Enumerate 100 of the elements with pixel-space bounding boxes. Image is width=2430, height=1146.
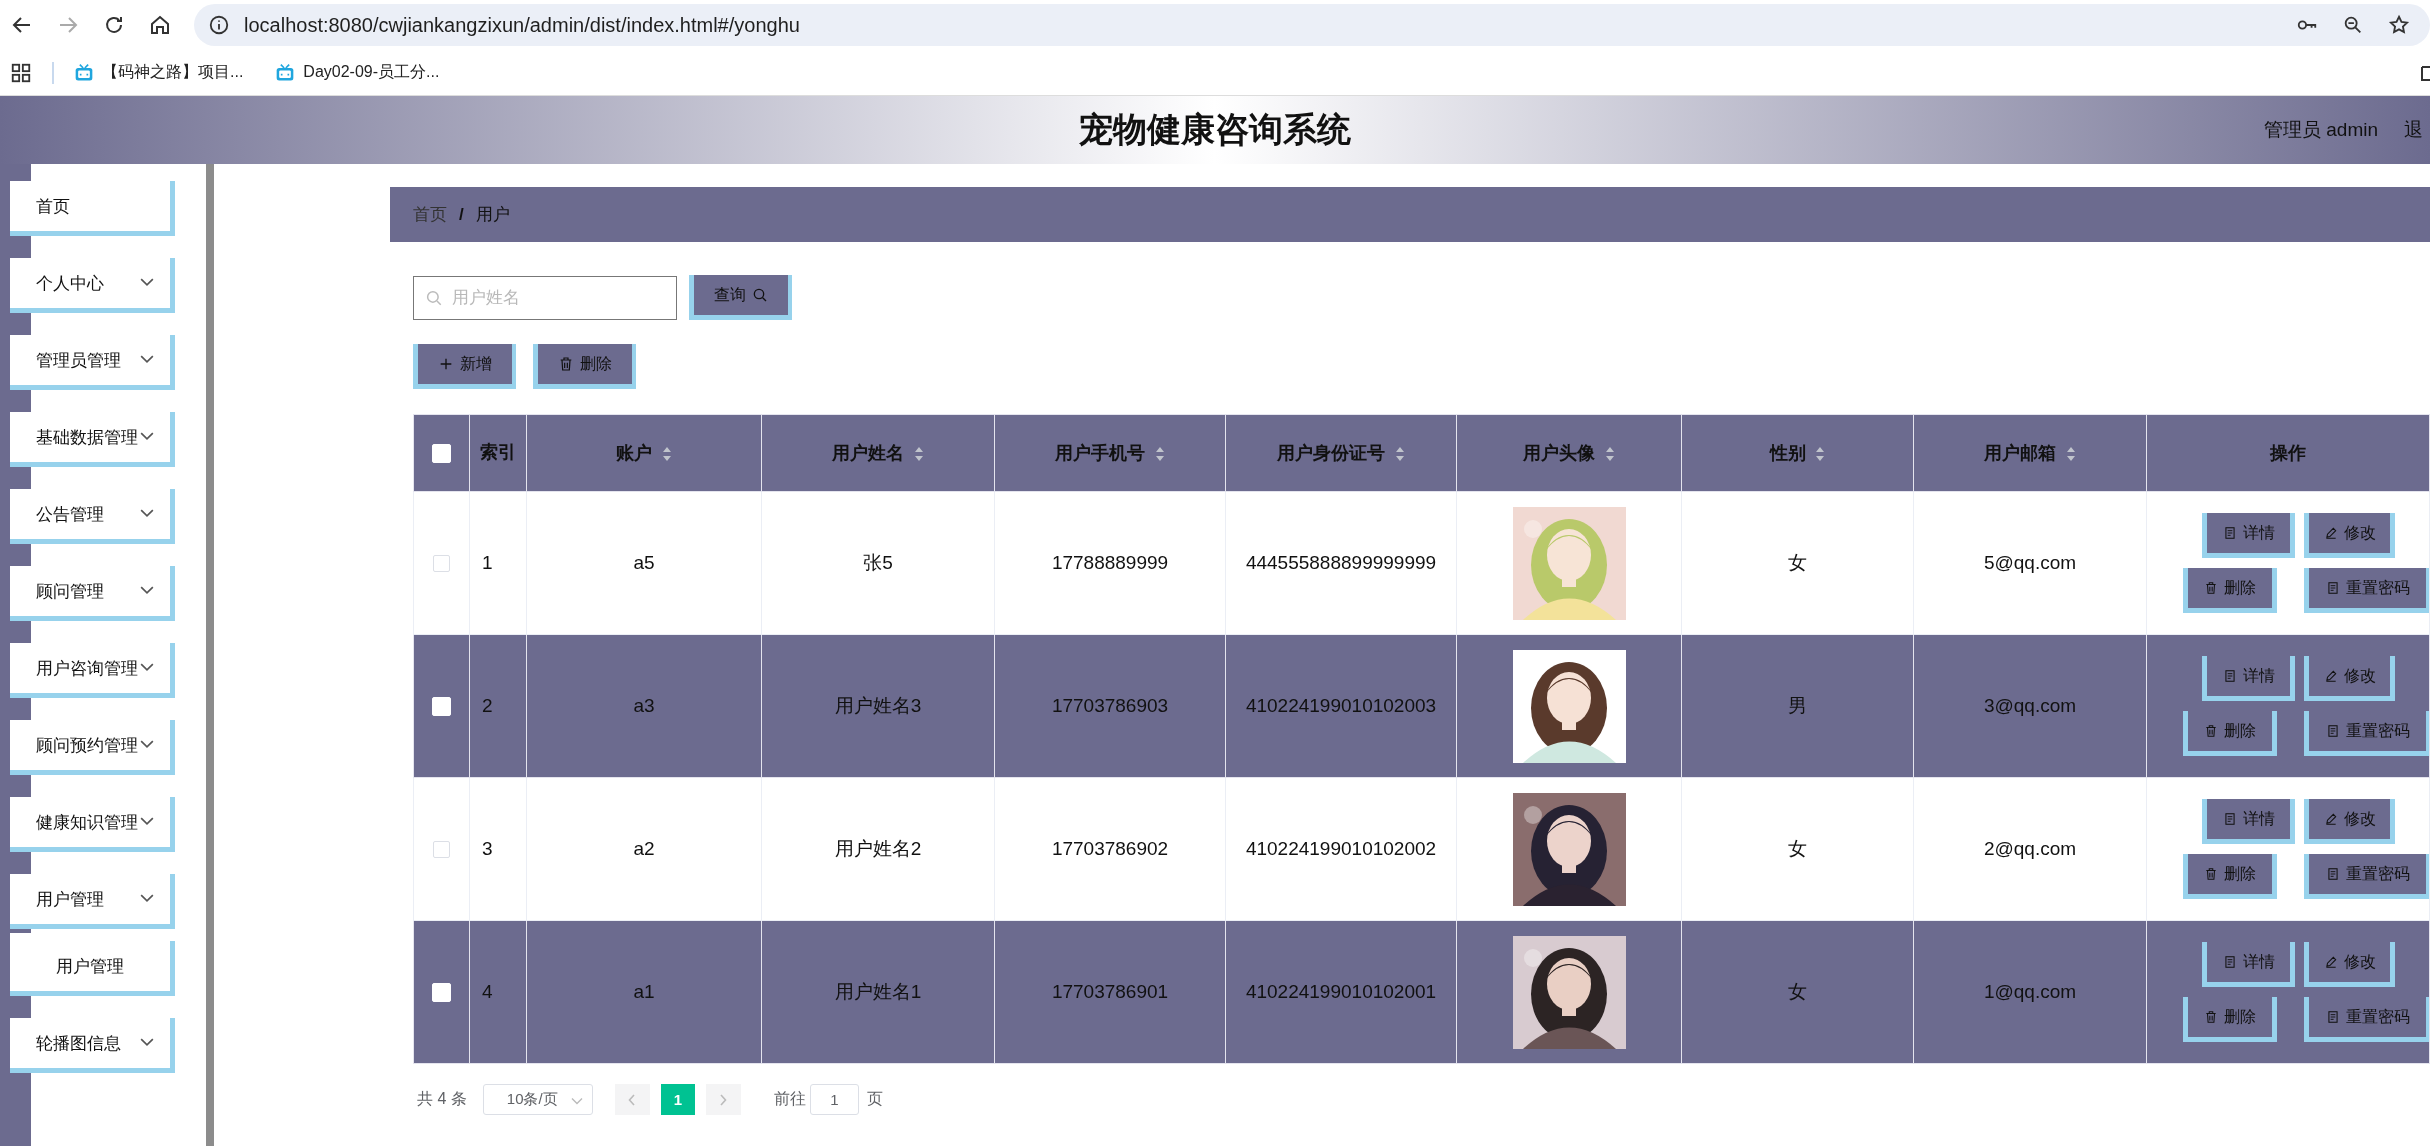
table-cell: a2 — [633, 838, 655, 859]
page-input[interactable]: 1 — [809, 1084, 859, 1115]
table-cell: 女 — [1788, 838, 1807, 859]
chevron-icon — [140, 662, 154, 672]
apps-grid-icon[interactable] — [10, 61, 32, 84]
search-field[interactable]: 用户姓名 — [413, 275, 677, 320]
logout-link[interactable]: 退 — [2404, 117, 2430, 143]
detail-button[interactable]: 重置密码 — [2304, 997, 2429, 1042]
sidebar-item[interactable]: 个人中心 — [10, 258, 175, 313]
app-title: 宠物健康咨询系统 — [1079, 109, 1351, 150]
search-icon — [752, 287, 768, 303]
total-count: 共 4 条 — [417, 1089, 467, 1109]
detail-button[interactable]: 详情 — [2202, 942, 2295, 987]
sidebar-item[interactable]: 管理员管理 — [10, 335, 175, 390]
column-header[interactable]: 用户邮箱 — [1913, 414, 2147, 492]
column-header[interactable]: 用户头像 — [1456, 414, 1682, 492]
add-button[interactable]: 新增 — [413, 344, 516, 389]
column-header[interactable]: 用户姓名 — [761, 414, 995, 492]
table-cell: 17788889999 — [1051, 552, 1169, 573]
edit-button[interactable]: 修改 — [2304, 942, 2395, 987]
table-cell: 用户姓名3 — [834, 695, 922, 716]
row-checkbox[interactable] — [433, 841, 450, 859]
table-cell: a3 — [633, 695, 655, 716]
table-cell: 3 — [482, 838, 493, 859]
column-header[interactable]: 性别 — [1681, 414, 1914, 492]
sort-icon — [1154, 446, 1165, 463]
table-cell: 4 — [482, 981, 493, 1002]
page-size-select[interactable]: 10条/页 — [482, 1084, 593, 1115]
sidebar-item[interactable]: 健康知识管理 — [10, 797, 175, 852]
info-icon[interactable] — [208, 14, 230, 36]
table-cell: 5@qq.com — [1983, 552, 2077, 573]
search-button[interactable]: 查询 — [689, 275, 792, 320]
pencil-icon — [2323, 669, 2338, 683]
table-cell: 3@qq.com — [1983, 695, 2077, 716]
zoom-icon[interactable] — [2342, 14, 2364, 36]
edit-button[interactable]: 修改 — [2304, 513, 2395, 558]
table-cell: 男 — [1788, 695, 1807, 716]
page-suffix: 页 — [866, 1089, 883, 1109]
table-cell: 用户姓名2 — [834, 838, 922, 859]
table-cell: 17703786903 — [1051, 695, 1169, 716]
column-header[interactable]: 用户手机号 — [994, 414, 1226, 492]
delete-button[interactable]: 删除 — [2183, 854, 2277, 899]
sidebar-item[interactable]: 轮播图信息 — [10, 1018, 175, 1073]
trash-icon — [558, 356, 574, 372]
chevron-icon — [140, 431, 154, 441]
sidebar-subitem[interactable]: 用户管理 — [10, 941, 175, 996]
detail-button[interactable]: 详情 — [2202, 799, 2295, 844]
chevron-icon — [140, 354, 154, 364]
table-cell: 410224199010102003 — [1245, 695, 1437, 716]
select-all-checkbox[interactable] — [432, 444, 451, 464]
edit-button[interactable]: 修改 — [2304, 656, 2395, 701]
tv-icon — [74, 62, 94, 83]
bookmark[interactable]: Day02-09-员工分... — [275, 62, 440, 83]
page-button[interactable]: 1 — [660, 1084, 695, 1115]
sidebar-item[interactable]: 顾问管理 — [10, 566, 175, 621]
detail-button[interactable]: 重置密码 — [2304, 568, 2429, 613]
trash-icon — [2204, 1010, 2218, 1024]
address-bar[interactable]: localhost:8080/cwjiankangzixun/admin/dist/index.html#/yonghu — [194, 4, 2430, 46]
user-label: 管理员 admin — [2263, 118, 2378, 142]
home-icon[interactable] — [148, 13, 172, 37]
sort-icon — [661, 446, 672, 463]
column-header[interactable]: 用户身份证号 — [1225, 414, 1457, 492]
document-icon — [2325, 867, 2340, 881]
sidebar-item[interactable]: 顾问预约管理 — [10, 720, 175, 775]
chevron-icon — [570, 1097, 583, 1105]
sidebar-item[interactable]: 用户咨询管理 — [10, 643, 175, 698]
row-checkbox[interactable] — [433, 555, 450, 573]
delete-button[interactable]: 删除 — [2183, 711, 2277, 756]
bookmark[interactable]: 【码神之路】项目... — [74, 62, 244, 83]
table-cell: 17703786902 — [1051, 838, 1169, 859]
table-cell: 2 — [482, 695, 493, 716]
table-cell: 张5 — [863, 552, 893, 573]
table-cell: 17703786901 — [1051, 981, 1169, 1002]
sort-icon — [2065, 446, 2076, 463]
sidebar-item[interactable]: 公告管理 — [10, 489, 175, 544]
chevron-icon — [140, 739, 154, 749]
document-icon — [2222, 669, 2237, 683]
column-header[interactable]: 账户 — [526, 414, 762, 492]
sidebar-item[interactable]: 首页 — [10, 181, 175, 236]
detail-button[interactable]: 重置密码 — [2304, 711, 2429, 756]
delete-button[interactable]: 删除 — [533, 344, 636, 389]
delete-button[interactable]: 删除 — [2183, 568, 2277, 613]
delete-button[interactable]: 删除 — [2183, 997, 2277, 1042]
document-icon — [2325, 581, 2340, 595]
sidebar-item[interactable]: 基础数据管理 — [10, 412, 175, 467]
url-text: localhost:8080/cwjiankangzixun/admin/dist/index.html#/yonghu — [244, 13, 800, 37]
chevron-left-icon — [628, 1093, 637, 1106]
trash-icon — [2204, 581, 2218, 595]
edit-button[interactable]: 修改 — [2304, 799, 2395, 844]
detail-button[interactable]: 详情 — [2202, 513, 2295, 558]
chevron-icon — [140, 1037, 154, 1047]
sort-icon — [1394, 446, 1405, 463]
breadcrumb-item[interactable]: 首页 — [413, 203, 447, 226]
table-cell: 女 — [1788, 552, 1807, 573]
star-icon[interactable] — [2388, 14, 2410, 36]
detail-button[interactable]: 重置密码 — [2304, 854, 2429, 899]
detail-button[interactable]: 详情 — [2202, 656, 2295, 701]
table-cell: 1@qq.com — [1983, 981, 2077, 1002]
breadcrumb-separator: / — [459, 204, 464, 225]
sidebar-item[interactable]: 用户管理 — [10, 874, 175, 929]
